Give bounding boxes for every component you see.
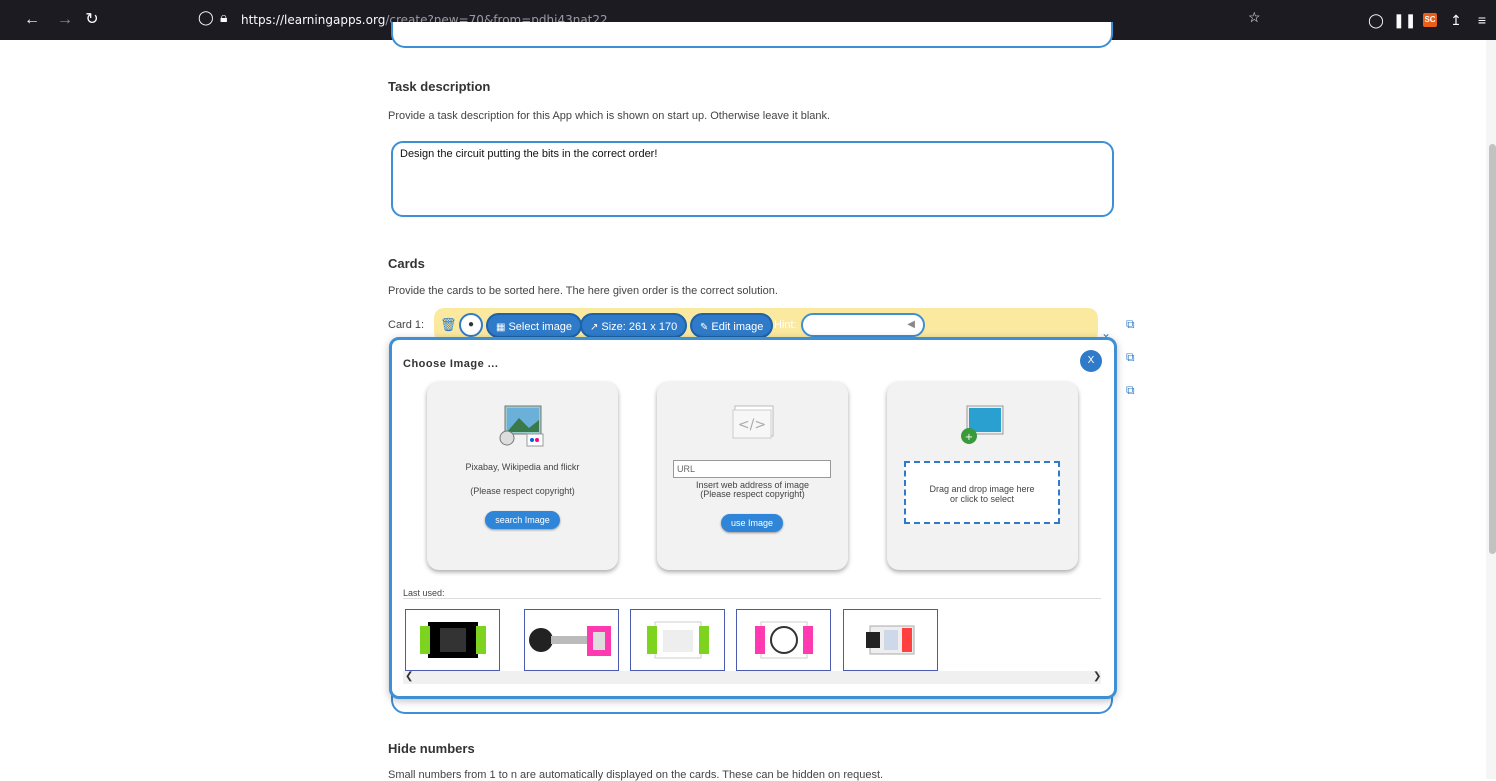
- search-copyright-text: (Please respect copyright): [470, 486, 575, 496]
- last-used-thumbnail[interactable]: [736, 609, 831, 671]
- copy-icon[interactable]: ⧉: [1126, 317, 1135, 332]
- code-icon: </>: [732, 405, 774, 439]
- speaker-icon[interactable]: ◀: [907, 319, 915, 330]
- edit-image-label: Edit image: [711, 321, 764, 333]
- trash-icon[interactable]: 🗑︎: [440, 317, 457, 333]
- use-image-button[interactable]: use Image: [721, 514, 783, 532]
- divider: [403, 598, 1101, 599]
- pocket-icon[interactable]: ◯: [1366, 10, 1386, 30]
- scroll-right-arrow[interactable]: ❯: [1093, 671, 1101, 682]
- task-description-value: Design the circuit putting the bits in t…: [400, 148, 658, 160]
- last-used-thumbnail[interactable]: [630, 609, 725, 671]
- last-used-thumbnail[interactable]: [524, 609, 619, 671]
- search-sources-text: Pixabay, Wikipedia and flickr: [465, 462, 580, 472]
- image-icon: ▦: [496, 322, 506, 333]
- dialog-title: Choose Image ...: [403, 358, 499, 370]
- circuit-module-image: [866, 625, 915, 655]
- image-url-input[interactable]: URL: [673, 460, 831, 478]
- menu-icon[interactable]: ≡: [1472, 10, 1492, 30]
- hint-label: Hint:: [774, 319, 797, 331]
- select-image-button[interactable]: ▦ Select image: [486, 313, 583, 338]
- share-icon[interactable]: ↥: [1446, 10, 1466, 30]
- hint-input[interactable]: ◀: [801, 313, 925, 337]
- size-label: Size: 261 x 170: [601, 321, 678, 333]
- card-preview-button[interactable]: ●: [459, 313, 483, 337]
- cards-heading: Cards: [388, 256, 425, 271]
- url-copyright-text: (Please respect copyright): [700, 489, 805, 499]
- task-description-heading: Task description: [388, 79, 491, 94]
- search-image-button[interactable]: search Image: [485, 511, 560, 529]
- url-host: https://learningapps.org: [241, 13, 386, 27]
- hide-numbers-help: Small numbers from 1 to n are automatica…: [388, 769, 884, 781]
- circuit-module-image: [529, 626, 611, 656]
- back-button[interactable]: ←: [20, 8, 44, 32]
- circuit-module-image: [755, 621, 813, 659]
- resize-icon: ↗: [590, 322, 599, 333]
- last-used-label: Last used:: [403, 588, 445, 598]
- circuit-module-image: [647, 621, 709, 659]
- image-dropzone[interactable]: Drag and drop image here or click to sel…: [904, 461, 1060, 524]
- last-used-thumbnail[interactable]: [405, 609, 500, 671]
- card-1-label: Card 1:: [388, 319, 425, 331]
- shield-icon[interactable]: ◯: [198, 9, 214, 26]
- page-scrollbar-thumb[interactable]: [1489, 144, 1496, 554]
- svg-text:+: +: [965, 432, 973, 443]
- hide-numbers-heading: Hide numbers: [388, 741, 475, 756]
- select-image-label: Select image: [508, 321, 573, 333]
- library-icon[interactable]: ❚❚: [1393, 10, 1416, 30]
- task-description-help: Provide a task description for this App …: [388, 110, 831, 122]
- copy-icon[interactable]: ⧉: [1126, 383, 1135, 398]
- scroll-left-arrow[interactable]: ❮: [405, 671, 413, 682]
- forward-button[interactable]: →: [53, 8, 77, 32]
- edit-icon: ✎: [700, 322, 709, 333]
- dropzone-text-1: Drag and drop image here: [929, 484, 1035, 494]
- thumbnails-scrollbar[interactable]: [403, 671, 1101, 684]
- copy-icon[interactable]: ⧉: [1126, 350, 1135, 365]
- previous-field-box[interactable]: [391, 22, 1113, 48]
- upload-image-icon: +: [961, 405, 1004, 444]
- size-button[interactable]: ↗ Size: 261 x 170: [580, 313, 688, 338]
- bookmark-star-icon[interactable]: ☆: [1248, 9, 1261, 26]
- close-dialog-button[interactable]: X: [1080, 350, 1102, 372]
- search-image-panel: Pixabay, Wikipedia and flickr (Please re…: [427, 382, 618, 570]
- cards-help: Provide the cards to be sorted here. The…: [388, 285, 778, 297]
- svg-text:</>: </>: [738, 417, 766, 433]
- photo-library-icon: [499, 405, 544, 447]
- extension-icon[interactable]: SC: [1423, 13, 1437, 27]
- edit-image-button[interactable]: ✎ Edit image: [690, 313, 774, 338]
- lock-icon[interactable]: 🔒︎: [220, 9, 227, 26]
- reload-button[interactable]: ↻: [80, 8, 104, 32]
- circuit-module-image: [420, 622, 486, 658]
- task-description-textarea[interactable]: Design the circuit putting the bits in t…: [391, 141, 1114, 217]
- last-used-thumbnail[interactable]: [843, 609, 938, 671]
- dropzone-text-2: or click to select: [949, 494, 1015, 504]
